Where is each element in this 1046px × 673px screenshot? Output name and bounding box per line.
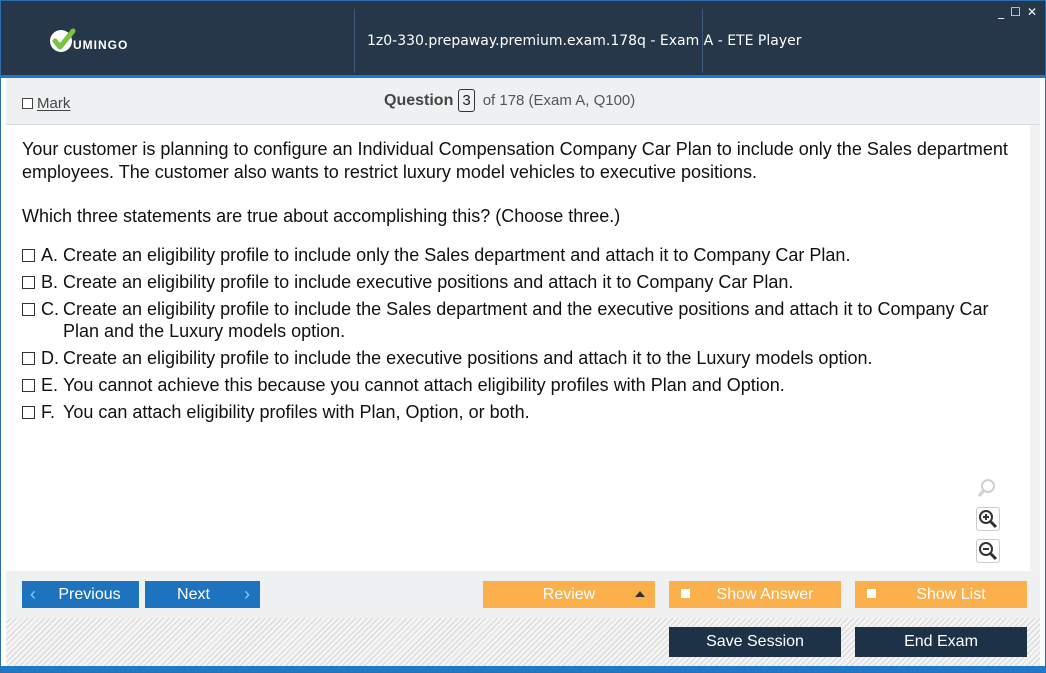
chevron-left-icon: ‹ <box>30 584 36 604</box>
option-checkbox[interactable] <box>22 406 35 419</box>
title-bar: UMINGO 1z0-330.prepaway.premium.exam.178… <box>1 1 1045 75</box>
option-checkbox[interactable] <box>22 276 35 289</box>
maximize-button[interactable]: ☐ <box>1010 5 1021 19</box>
logo-text: UMINGO <box>73 38 129 52</box>
answer-options: A. Create an eligibility profile to incl… <box>22 244 1012 428</box>
answer-option[interactable]: B. Create an eligibility profile to incl… <box>22 271 1012 293</box>
option-letter: D. <box>41 348 59 368</box>
review-button[interactable]: Review <box>483 581 655 608</box>
show-answer-label: Show Answer <box>716 585 814 603</box>
save-session-button[interactable]: Save Session <box>669 627 841 657</box>
app-window: UMINGO 1z0-330.prepaway.premium.exam.178… <box>0 0 1046 673</box>
zoom-in-icon <box>979 510 998 529</box>
show-list-label: Show List <box>916 585 986 603</box>
option-text: You can attach eligibility profiles with… <box>63 402 530 422</box>
title-divider <box>354 9 355 73</box>
question-counter: Question 3 of 178 (Exam A, Q100) <box>384 89 635 112</box>
zoom-fit-icon <box>977 479 995 497</box>
review-label: Review <box>542 585 596 603</box>
question-label: Question <box>384 91 454 109</box>
previous-label: Previous <box>58 585 121 603</box>
zoom-in-button[interactable] <box>976 507 1000 531</box>
zoom-controls <box>976 477 1002 571</box>
close-button[interactable]: ✕ <box>1027 5 1037 19</box>
navigation-bar: ‹ Previous Next › Review Show Answer Sho… <box>6 571 1040 618</box>
answer-option[interactable]: E. You cannot achieve this because you c… <box>22 374 1012 396</box>
end-exam-label: End Exam <box>904 633 978 650</box>
question-text: Your customer is planning to configure a… <box>22 139 1008 182</box>
end-exam-button[interactable]: End Exam <box>855 627 1027 657</box>
vertical-scrollbar[interactable] <box>1030 125 1040 571</box>
window-title: 1z0-330.prepaway.premium.exam.178q - Exa… <box>367 33 802 49</box>
footer-bar: Save Session End Exam <box>6 618 1040 666</box>
question-header: Mark Question 3 of 178 (Exam A, Q100) <box>6 78 1040 125</box>
mark-label: Mark <box>37 95 71 112</box>
show-list-checkbox[interactable] <box>867 589 876 598</box>
option-letter: E. <box>41 375 59 395</box>
answer-option[interactable]: D. Create an eligibility profile to incl… <box>22 347 1012 369</box>
mark-checkbox[interactable]: Mark <box>22 95 70 112</box>
minimize-button[interactable]: _ <box>998 5 1004 19</box>
zoom-out-icon <box>979 542 998 561</box>
question-prompt: Which three statements are true about ac… <box>22 206 621 226</box>
mark-checkbox-box[interactable] <box>22 98 33 109</box>
question-total: of 178 (Exam A, Q100) <box>482 92 636 109</box>
zoom-fit-button[interactable] <box>976 477 998 499</box>
option-letter: F. <box>41 402 56 422</box>
save-session-label: Save Session <box>706 633 804 650</box>
option-checkbox[interactable] <box>22 352 35 365</box>
previous-button[interactable]: ‹ Previous <box>22 581 139 608</box>
question-content: Your customer is planning to configure a… <box>6 125 1040 571</box>
show-answer-checkbox[interactable] <box>681 589 690 598</box>
option-checkbox[interactable] <box>22 249 35 262</box>
question-number-input[interactable]: 3 <box>458 89 475 112</box>
option-text: You cannot achieve this because you cann… <box>63 375 785 395</box>
option-letter: B. <box>41 272 59 292</box>
option-text: Create an eligibility profile to include… <box>63 299 989 341</box>
app-logo: UMINGO <box>49 27 128 55</box>
answer-option[interactable]: A. Create an eligibility profile to incl… <box>22 244 1012 266</box>
chevron-right-icon: › <box>244 584 250 604</box>
option-letter: A. <box>41 245 59 265</box>
bottom-accent-bar <box>1 666 1045 672</box>
show-answer-button[interactable]: Show Answer <box>669 581 841 608</box>
next-label: Next <box>177 585 210 603</box>
next-button[interactable]: Next › <box>145 581 260 608</box>
zoom-out-button[interactable] <box>976 539 1000 563</box>
answer-option[interactable]: C. Create an eligibility profile to incl… <box>22 298 1012 342</box>
option-checkbox[interactable] <box>22 379 35 392</box>
option-text: Create an eligibility profile to include… <box>63 348 873 368</box>
option-checkbox[interactable] <box>22 303 35 316</box>
answer-option[interactable]: F. You can attach eligibility profiles w… <box>22 401 1012 423</box>
triangle-up-icon <box>635 591 645 597</box>
option-text: Create an eligibility profile to include… <box>63 245 851 265</box>
option-letter: C. <box>41 299 59 319</box>
option-text: Create an eligibility profile to include… <box>63 272 794 292</box>
window-controls: _ ☐ ✕ <box>998 5 1037 19</box>
show-list-button[interactable]: Show List <box>855 581 1027 608</box>
